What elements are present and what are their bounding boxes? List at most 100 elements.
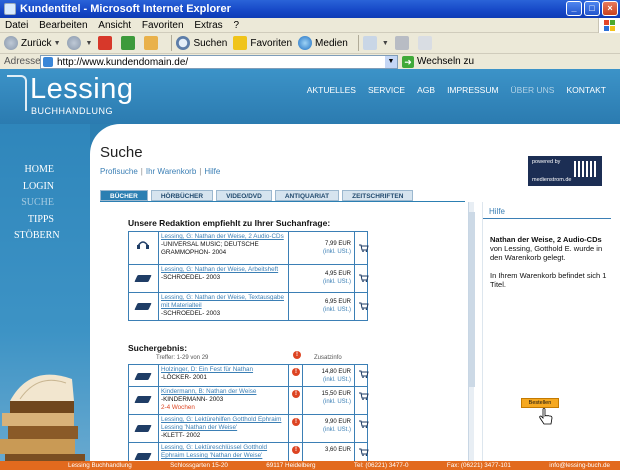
product-title-link[interactable]: Holzinger, D: Ein Fest für Nathan (161, 366, 286, 374)
availability-alert-icon[interactable]: ! (292, 418, 300, 426)
product-title-link[interactable]: Kindermann, B: Nathan der Weise (161, 388, 286, 396)
forward-arrow-icon (66, 36, 81, 50)
minimize-button[interactable]: _ (566, 1, 582, 16)
mail-button[interactable]: ▼ (362, 36, 389, 50)
nav-impressum[interactable]: IMPRESSUM (447, 85, 498, 95)
link-hilfe[interactable]: Hilfe (204, 167, 220, 176)
table-row: Lessing, G: Nathan der Weise, Arbeitshef… (129, 265, 369, 293)
back-button[interactable]: Zurück ▼ (4, 36, 61, 50)
favorites-button[interactable]: Favoriten (233, 36, 292, 50)
cart-icon[interactable] (359, 274, 369, 282)
search-button[interactable]: Suchen (176, 36, 227, 50)
cart-icon[interactable] (359, 420, 369, 428)
cart-icon[interactable] (359, 448, 369, 456)
results-count: Treffer: 1-29 von 29 (156, 355, 209, 361)
top-navigation: AKTUELLES SERVICE AGB IMPRESSUM ÜBER UNS… (307, 85, 606, 95)
link-warenkorb[interactable]: Ihr Warenkorb (146, 167, 196, 176)
cart-icon[interactable] (359, 370, 369, 378)
cart-icon[interactable] (359, 244, 369, 252)
book-icon (134, 425, 152, 432)
tab-antiquariat[interactable]: ANTIQUARIAT (274, 190, 340, 201)
availability-alert-icon[interactable]: ! (292, 368, 300, 376)
menu-extras[interactable]: Extras (194, 20, 222, 31)
sidenav-suche[interactable]: SUCHE (14, 195, 54, 212)
book-icon (134, 396, 152, 403)
delivery-time: 2-4 Wochen (161, 404, 195, 411)
product-title-link[interactable]: Lessing, G: Nathan der Weise, Textausgab… (161, 294, 286, 310)
nav-kontakt[interactable]: KONTAKT (566, 85, 606, 95)
stop-button[interactable] (98, 36, 115, 50)
cart-count-message: In Ihrem Warenkorb befindet sich 1 Titel… (490, 271, 607, 289)
menu-help[interactable]: ? (233, 20, 239, 31)
nav-ueber-uns[interactable]: ÜBER UNS (511, 85, 555, 95)
sidenav-tipps[interactable]: TIPPS (14, 212, 54, 229)
menu-bearbeiten[interactable]: Bearbeiten (39, 20, 87, 31)
address-bar: Adresse http://www.kundendomain.de/ ▼ ➜ … (0, 53, 620, 69)
maximize-button[interactable]: □ (584, 1, 600, 16)
tab-buecher[interactable]: BÜCHER (100, 190, 148, 201)
tab-hoerbuecher[interactable]: HÖRBÜCHER (150, 190, 214, 201)
logo-book-icon (7, 75, 27, 111)
product-title-link[interactable]: Lessing, G: Lektürehilfen Gotthold Ephra… (161, 416, 286, 432)
close-button[interactable]: × (602, 1, 618, 16)
sidenav-login[interactable]: LOGIN (14, 179, 54, 196)
site-logo[interactable]: Lessing (30, 73, 133, 106)
product-vat: (inkl. USt.) (322, 279, 351, 285)
media-button[interactable]: Medien (298, 36, 348, 50)
home-button[interactable] (144, 36, 161, 50)
menu-ansicht[interactable]: Ansicht (98, 20, 131, 31)
added-to-cart-message: von Lessing, Gotthold E. wurde in den Wa… (490, 244, 603, 262)
sidenav-stoebern[interactable]: STÖBERN (14, 228, 60, 245)
product-title-link[interactable]: Lessing, G: Nathan der Weise, 2 Audio-CD… (161, 233, 286, 241)
refresh-button[interactable] (121, 36, 138, 50)
nav-aktuelles[interactable]: AKTUELLES (307, 85, 356, 95)
menu-favoriten[interactable]: Favoriten (142, 20, 184, 31)
go-arrow-icon: ➜ (402, 56, 414, 68)
cart-icon[interactable] (359, 392, 369, 400)
tab-video-dvd[interactable]: VIDEO/DVD (216, 190, 272, 201)
product-vat: (inkl. USt.) (322, 399, 351, 405)
order-button[interactable]: Bestellen (521, 398, 559, 408)
media-icon (298, 36, 313, 50)
footer-company: Lessing Buchhandlung (68, 462, 132, 469)
cart-icon[interactable] (359, 302, 369, 310)
toolbar-separator (171, 35, 173, 51)
product-title-link[interactable]: Lessing, G: Nathan der Weise, Arbeitshef… (161, 266, 286, 274)
results-column: Unsere Redaktion empfiehlt zu Ihrer Such… (100, 202, 468, 470)
sidenav-home[interactable]: HOME (14, 162, 54, 179)
address-input[interactable]: http://www.kundendomain.de/ ▼ (40, 55, 398, 69)
tab-zeitschriften[interactable]: ZEITSCHRIFTEN (342, 190, 414, 201)
home-icon (144, 36, 159, 50)
table-row: Kindermann, B: Nathan der Weise -KINDERM… (129, 387, 369, 415)
edit-button[interactable] (417, 36, 435, 50)
ie-icon (4, 3, 16, 15)
nav-agb[interactable]: AGB (417, 85, 435, 95)
product-title-link[interactable]: Lessing, G: Lektüreschlüssel Gotthold Ep… (161, 444, 286, 460)
availability-alert-icon[interactable]: ! (292, 446, 300, 454)
footer-fax: Fax: (06221) 3477-101 (446, 462, 511, 469)
product-meta: -SCHROEDEL- 2003 (161, 274, 221, 281)
mail-icon (362, 36, 377, 50)
availability-alert-icon[interactable]: ! (292, 390, 300, 398)
powered-by-badge[interactable]: powered by medienstrom.de (528, 156, 602, 186)
powered-by-site: medienstrom.de (532, 177, 572, 183)
forward-button[interactable]: ▼ (66, 36, 92, 50)
product-price: 6,95 EUR (324, 299, 351, 305)
side-navigation: HOME LOGIN SUCHE TIPPS STÖBERN (14, 162, 60, 245)
results-scrollbar[interactable] (468, 202, 475, 470)
menu-datei[interactable]: Datei (5, 20, 28, 31)
book-icon (134, 373, 152, 380)
go-button[interactable]: ➜ Wechseln zu (402, 55, 474, 69)
product-meta: -UNIVERSAL MUSIC; DEUTSCHE GRAMMOPHON- 2… (161, 241, 259, 256)
product-vat: (inkl. USt.) (322, 427, 351, 433)
link-profisuche[interactable]: Profisuche (100, 167, 138, 176)
print-button[interactable] (394, 36, 412, 50)
audio-cd-icon (137, 241, 149, 249)
info-alert-icon: ! (293, 351, 301, 359)
window-titlebar: Kundentitel - Microsoft Internet Explore… (0, 0, 620, 18)
address-dropdown-icon[interactable]: ▼ (385, 56, 397, 68)
nav-service[interactable]: SERVICE (368, 85, 405, 95)
footer-email[interactable]: info@lessing-buch.de (549, 461, 610, 470)
help-title: Hilfe (489, 207, 506, 216)
scrollbar-thumb[interactable] (469, 212, 475, 387)
